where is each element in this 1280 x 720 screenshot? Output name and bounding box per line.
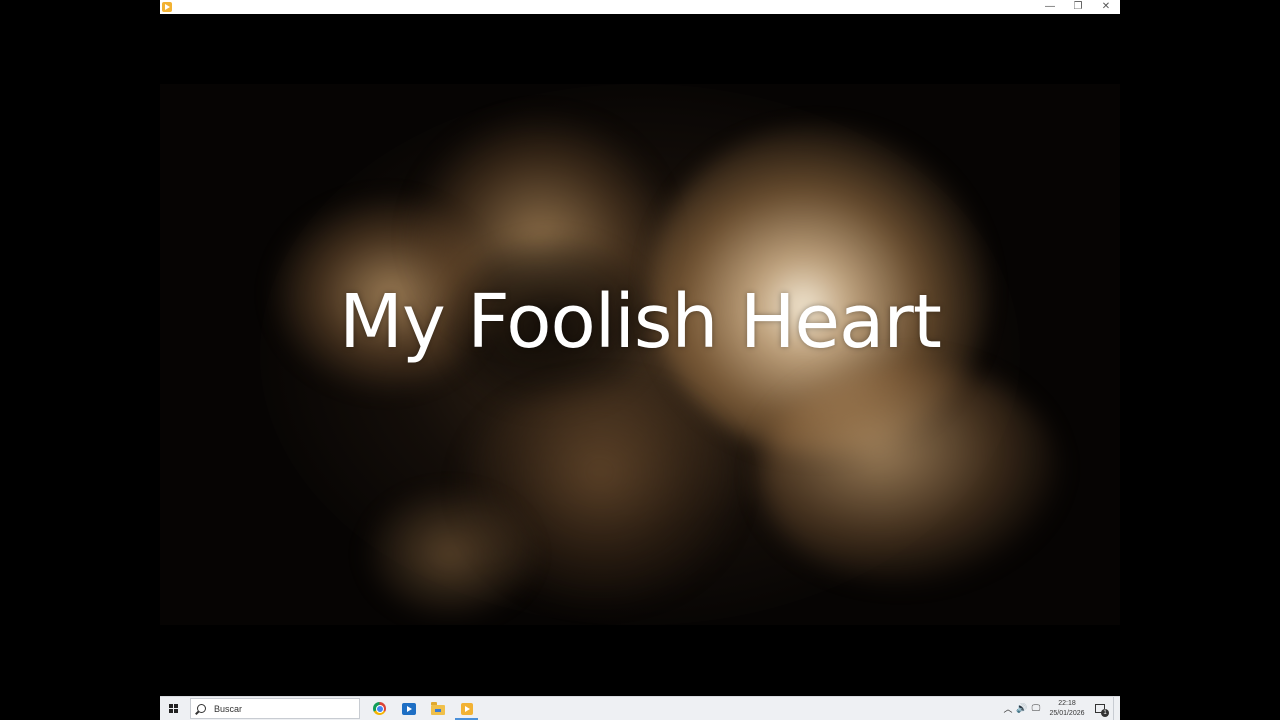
search-input[interactable]: Buscar bbox=[190, 698, 360, 719]
taskbar-app-chrome[interactable] bbox=[365, 697, 394, 720]
windows-logo-icon bbox=[169, 703, 179, 714]
system-tray: ︿ 🔊 🖵 22:18 25/01/2026 1 bbox=[1001, 697, 1120, 720]
video-frame[interactable]: My Foolish Heart bbox=[160, 84, 1120, 625]
search-placeholder: Buscar bbox=[214, 703, 243, 714]
window-controls: — ❐ ✕ bbox=[1036, 0, 1120, 14]
start-button[interactable] bbox=[160, 697, 188, 720]
flower-petal-bottom-right bbox=[760, 364, 1060, 584]
network-icon[interactable]: 🖵 bbox=[1029, 697, 1043, 720]
taskbar-app-file-explorer[interactable] bbox=[423, 697, 452, 720]
clock-date: 25/01/2026 bbox=[1049, 709, 1085, 717]
taskbar-app-video-player[interactable] bbox=[452, 697, 481, 720]
show-desktop-button[interactable] bbox=[1113, 697, 1120, 720]
chevron-up-icon[interactable]: ︿ bbox=[1001, 697, 1015, 720]
desktop-screen: — ❐ ✕ My Foolish Heart Buscar ︿ 🔊 🖵 22:1… bbox=[0, 0, 1280, 720]
window-titlebar[interactable]: — ❐ ✕ bbox=[160, 0, 1120, 14]
flower-petal-far-bottom bbox=[360, 484, 540, 624]
clock-time: 22:18 bbox=[1058, 699, 1076, 707]
notification-center-button[interactable]: 1 bbox=[1093, 697, 1109, 720]
minimize-button[interactable]: — bbox=[1036, 0, 1064, 14]
search-icon bbox=[197, 704, 206, 713]
video-player-window: — ❐ ✕ My Foolish Heart bbox=[160, 0, 1120, 696]
media-player-icon bbox=[401, 702, 416, 715]
taskbar-apps bbox=[365, 697, 481, 720]
taskbar-app-media[interactable] bbox=[394, 697, 423, 720]
notification-icon: 1 bbox=[1095, 704, 1109, 717]
player-app-icon bbox=[162, 2, 172, 12]
restore-button[interactable]: ❐ bbox=[1064, 0, 1092, 14]
video-title: My Foolish Heart bbox=[339, 279, 942, 365]
notification-count: 1 bbox=[1101, 709, 1109, 717]
clock[interactable]: 22:18 25/01/2026 bbox=[1047, 699, 1087, 719]
chrome-icon bbox=[373, 702, 386, 715]
volume-icon[interactable]: 🔊 bbox=[1015, 697, 1029, 720]
player-icon bbox=[460, 702, 473, 715]
close-button[interactable]: ✕ bbox=[1092, 0, 1120, 14]
folder-icon bbox=[430, 701, 445, 715]
taskbar: Buscar ︿ 🔊 🖵 22:18 25/01/2026 1 bbox=[160, 696, 1120, 720]
